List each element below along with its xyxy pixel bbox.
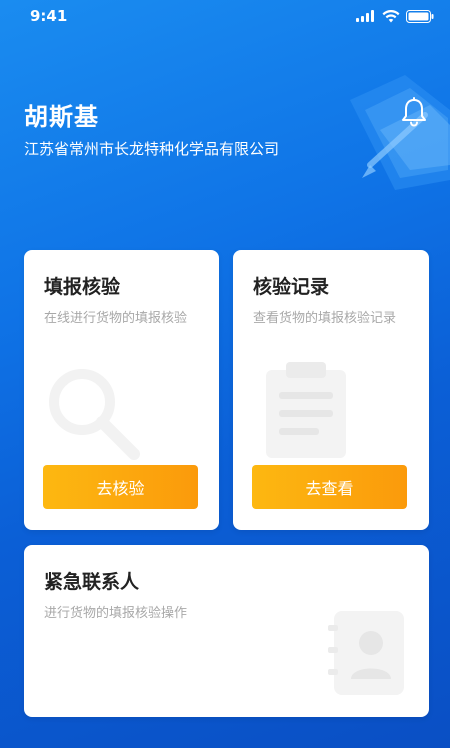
- contact-card-title: 紧急联系人: [44, 571, 140, 593]
- signal-icon: [356, 10, 374, 22]
- status-time: 9:41: [30, 7, 68, 25]
- go-view-button[interactable]: 去查看: [252, 465, 407, 509]
- clipboard-icon: [266, 362, 346, 458]
- records-card-title: 核验记录: [253, 276, 330, 298]
- notification-button[interactable]: [400, 97, 428, 127]
- verify-card-title: 填报核验: [44, 276, 121, 298]
- verify-card[interactable]: 填报核验 在线进行货物的填报核验 去核验: [24, 250, 219, 530]
- user-name: 胡斯基: [24, 103, 99, 131]
- battery-icon: [406, 9, 434, 23]
- records-card-description: 查看货物的填报核验记录: [253, 311, 397, 326]
- decorative-document-illustration: [350, 75, 450, 190]
- contact-card-description: 进行货物的填报核验操作: [44, 606, 188, 621]
- bell-icon: [402, 97, 426, 127]
- status-icons: [356, 9, 434, 23]
- verify-card-description: 在线进行货物的填报核验: [44, 311, 188, 326]
- go-verify-button[interactable]: 去核验: [43, 465, 198, 509]
- search-icon: [49, 369, 140, 460]
- wifi-icon: [382, 9, 400, 22]
- company-name: 江苏省常州市长龙特种化学品有限公司: [24, 140, 280, 158]
- emergency-contact-card[interactable]: 紧急联系人 进行货物的填报核验操作: [24, 545, 429, 717]
- records-card[interactable]: 核验记录 查看货物的填报核验记录 去查看: [233, 250, 429, 530]
- status-bar: 9:41: [0, 0, 450, 32]
